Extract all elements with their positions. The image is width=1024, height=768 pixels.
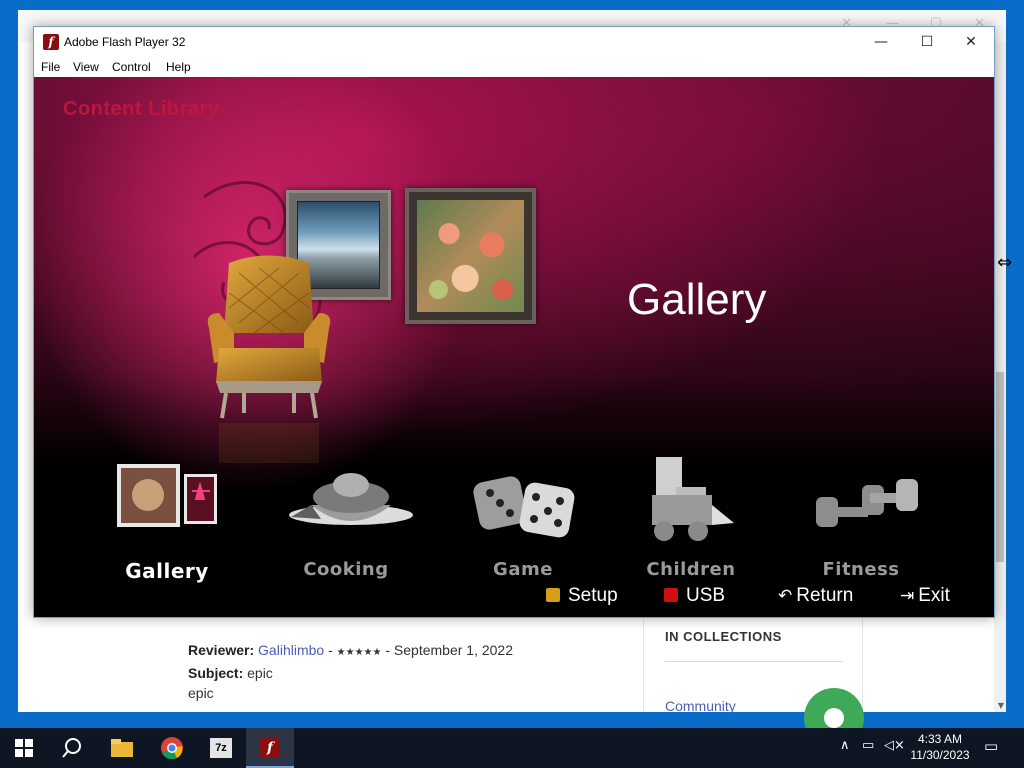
- clock-time: 4:33 AM: [917, 732, 963, 746]
- content-library-header: Content Library: [63, 98, 220, 120]
- gallery-icon: [117, 464, 217, 527]
- flash-stage[interactable]: Content Library Gallery Gallery Cooking …: [34, 77, 994, 617]
- clock[interactable]: 4:33 AM 11/30/2023: [905, 731, 975, 763]
- exit-icon: ⇥: [900, 586, 915, 606]
- subject-line: Subject: epic: [188, 663, 513, 683]
- review-body: epic: [188, 685, 214, 701]
- category-fitness[interactable]: Fitness: [786, 457, 936, 580]
- file-explorer-icon[interactable]: [98, 728, 146, 768]
- page-scrollbar[interactable]: ▼: [994, 42, 1006, 712]
- menu-file[interactable]: File: [41, 60, 60, 74]
- chrome-icon[interactable]: [148, 728, 196, 768]
- menu-control[interactable]: Control: [112, 60, 151, 74]
- titlebar[interactable]: f Adobe Flash Player 32 — ☐ ✕: [34, 27, 994, 57]
- category-game[interactable]: Game: [448, 457, 598, 580]
- armchair-illustration: [207, 255, 331, 419]
- menu-bar: File View Control Help: [34, 57, 994, 77]
- review-block: Reviewer: Galihlimbo - ★★★★★ - September…: [188, 640, 513, 703]
- search-icon[interactable]: [48, 728, 96, 768]
- dumbbell-icon: [816, 479, 918, 527]
- review-date: September 1, 2022: [393, 642, 514, 658]
- maximize-button[interactable]: ☐: [904, 27, 950, 57]
- close-button[interactable]: ✕: [948, 27, 994, 57]
- toy-train-icon: [652, 457, 734, 541]
- minimize-button[interactable]: —: [858, 27, 904, 57]
- exit-button[interactable]: ⇥ Exit: [900, 585, 950, 609]
- reviewer-line: Reviewer: Galihlimbo - ★★★★★ - September…: [188, 640, 513, 663]
- setup-button[interactable]: Setup: [546, 585, 618, 609]
- collections-panel: IN COLLECTIONS Community: [643, 610, 864, 748]
- category-children[interactable]: Children: [616, 457, 766, 580]
- dice-icon: [473, 476, 575, 538]
- rating-stars: ★★★★★: [336, 647, 382, 658]
- subject-label: Subject:: [188, 665, 244, 681]
- menu-help[interactable]: Help: [166, 60, 191, 74]
- separator: -: [385, 642, 391, 658]
- category-label: Children: [646, 559, 736, 580]
- usb-button[interactable]: USB: [664, 585, 725, 609]
- category-label: Cooking: [303, 559, 389, 580]
- category-cooking[interactable]: Cooking: [271, 457, 421, 580]
- category-label: Fitness: [822, 559, 900, 580]
- tray-chevron-icon[interactable]: ∧: [840, 738, 850, 753]
- category-gallery[interactable]: Gallery: [92, 457, 242, 583]
- return-icon: ↶: [778, 586, 793, 606]
- divider: [665, 661, 843, 662]
- category-label: Game: [493, 559, 553, 580]
- reviewer-label: Reviewer:: [188, 642, 255, 658]
- subject-value: epic: [247, 665, 273, 681]
- red-key-icon: [664, 588, 678, 602]
- yellow-key-icon: [546, 588, 560, 602]
- resize-cursor-icon: ⇔: [997, 252, 1013, 273]
- scrollbar-thumb[interactable]: [996, 372, 1004, 562]
- 7zip-icon[interactable]: 7z: [197, 728, 245, 768]
- reviewer-link[interactable]: Galihlimbo: [258, 642, 324, 658]
- taskbar: 7z f ∧ ▭ ◁× 4:33 AM 11/30/2023 ▭: [0, 728, 1024, 768]
- return-label: Return: [796, 585, 854, 606]
- cooking-icon: [289, 473, 413, 525]
- windows-start-icon[interactable]: [0, 728, 48, 768]
- scroll-down-arrow-icon[interactable]: ▼: [998, 701, 1004, 710]
- collections-title: IN COLLECTIONS: [665, 629, 782, 644]
- flash-app-icon: f: [43, 34, 59, 50]
- flash-player-icon[interactable]: f: [246, 728, 294, 768]
- flower-painting: [405, 188, 536, 324]
- notifications-icon[interactable]: ▭: [984, 737, 998, 755]
- setup-label: Setup: [568, 585, 618, 606]
- clock-date: 11/30/2023: [910, 748, 970, 762]
- window-title: Adobe Flash Player 32: [64, 35, 186, 49]
- section-title: Gallery: [627, 275, 767, 324]
- collection-link-community[interactable]: Community: [665, 698, 736, 714]
- return-button[interactable]: ↶ Return: [778, 585, 853, 609]
- menu-view[interactable]: View: [73, 60, 99, 74]
- category-label: Gallery: [125, 559, 209, 583]
- separator: -: [328, 642, 333, 658]
- flash-player-window: f Adobe Flash Player 32 — ☐ ✕ File View …: [33, 26, 995, 618]
- usb-label: USB: [686, 585, 726, 606]
- exit-label: Exit: [918, 585, 950, 606]
- volume-muted-icon[interactable]: ◁×: [884, 738, 905, 753]
- network-icon[interactable]: ▭: [862, 738, 874, 753]
